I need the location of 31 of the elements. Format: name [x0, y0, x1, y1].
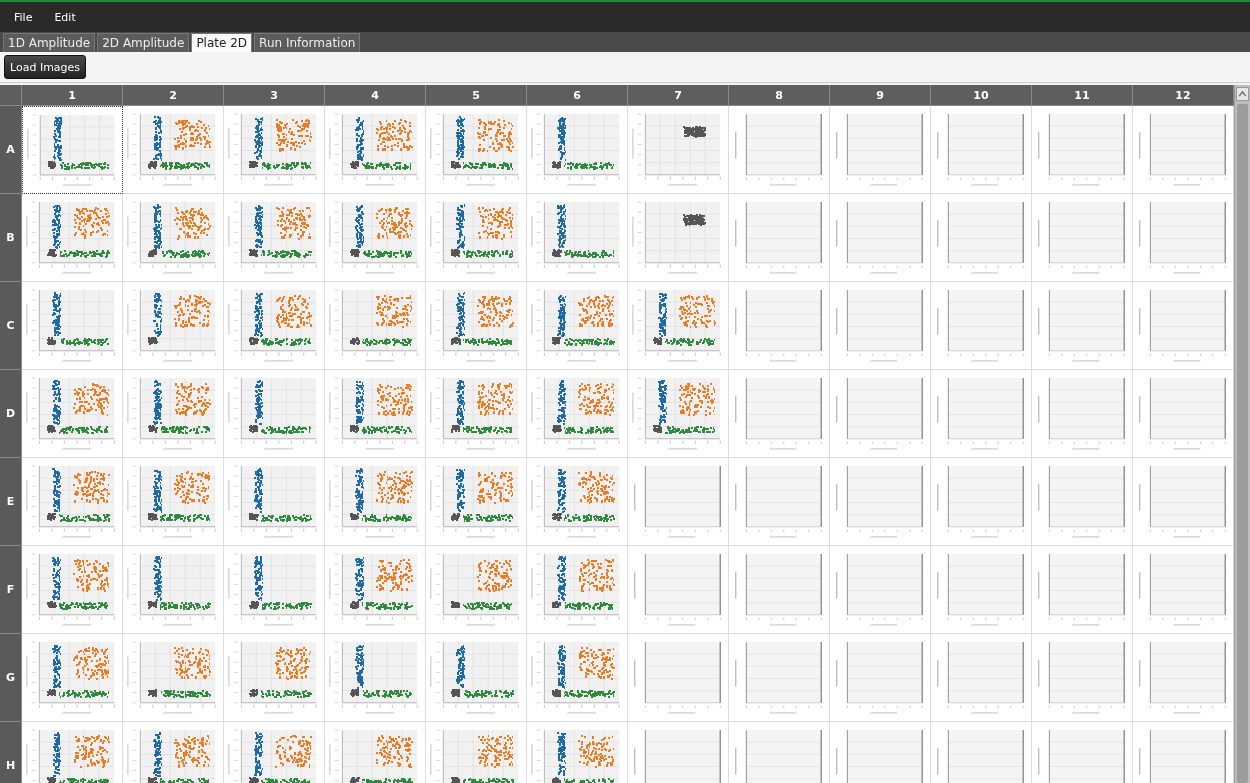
column-header: 2 [123, 85, 224, 106]
column-header: 6 [527, 85, 628, 106]
row-header: C [0, 282, 22, 370]
tab[interactable]: 2D Amplitude [97, 33, 190, 52]
row-header: D [0, 370, 22, 458]
column-header: 5 [426, 85, 527, 106]
scrollbar[interactable] [1234, 85, 1250, 783]
row-header: H [0, 722, 22, 783]
header-corner [0, 85, 22, 106]
column-header: 11 [1032, 85, 1133, 106]
column-header: 7 [628, 85, 729, 106]
scroll-up-icon[interactable] [1236, 87, 1249, 101]
tab[interactable]: Run Information [254, 33, 361, 52]
column-header: 9 [830, 85, 931, 106]
column-header: 4 [325, 85, 426, 106]
menu-item[interactable]: File [14, 10, 33, 24]
column-header: 1 [22, 85, 123, 106]
row-header: B [0, 194, 22, 282]
row-header: G [0, 634, 22, 722]
menu-item[interactable]: Edit [54, 10, 76, 24]
row-header: F [0, 546, 22, 634]
scroll-thumb[interactable] [1237, 104, 1248, 783]
column-header: 8 [729, 85, 830, 106]
load-images-button[interactable]: Load Images [4, 55, 87, 79]
row-header: A [0, 106, 22, 194]
column-header: 12 [1133, 85, 1234, 106]
tab[interactable]: Plate 2D [191, 33, 253, 52]
tab[interactable]: 1D Amplitude [3, 33, 96, 52]
row-header: E [0, 458, 22, 546]
column-header: 3 [224, 85, 325, 106]
column-header: 10 [931, 85, 1032, 106]
